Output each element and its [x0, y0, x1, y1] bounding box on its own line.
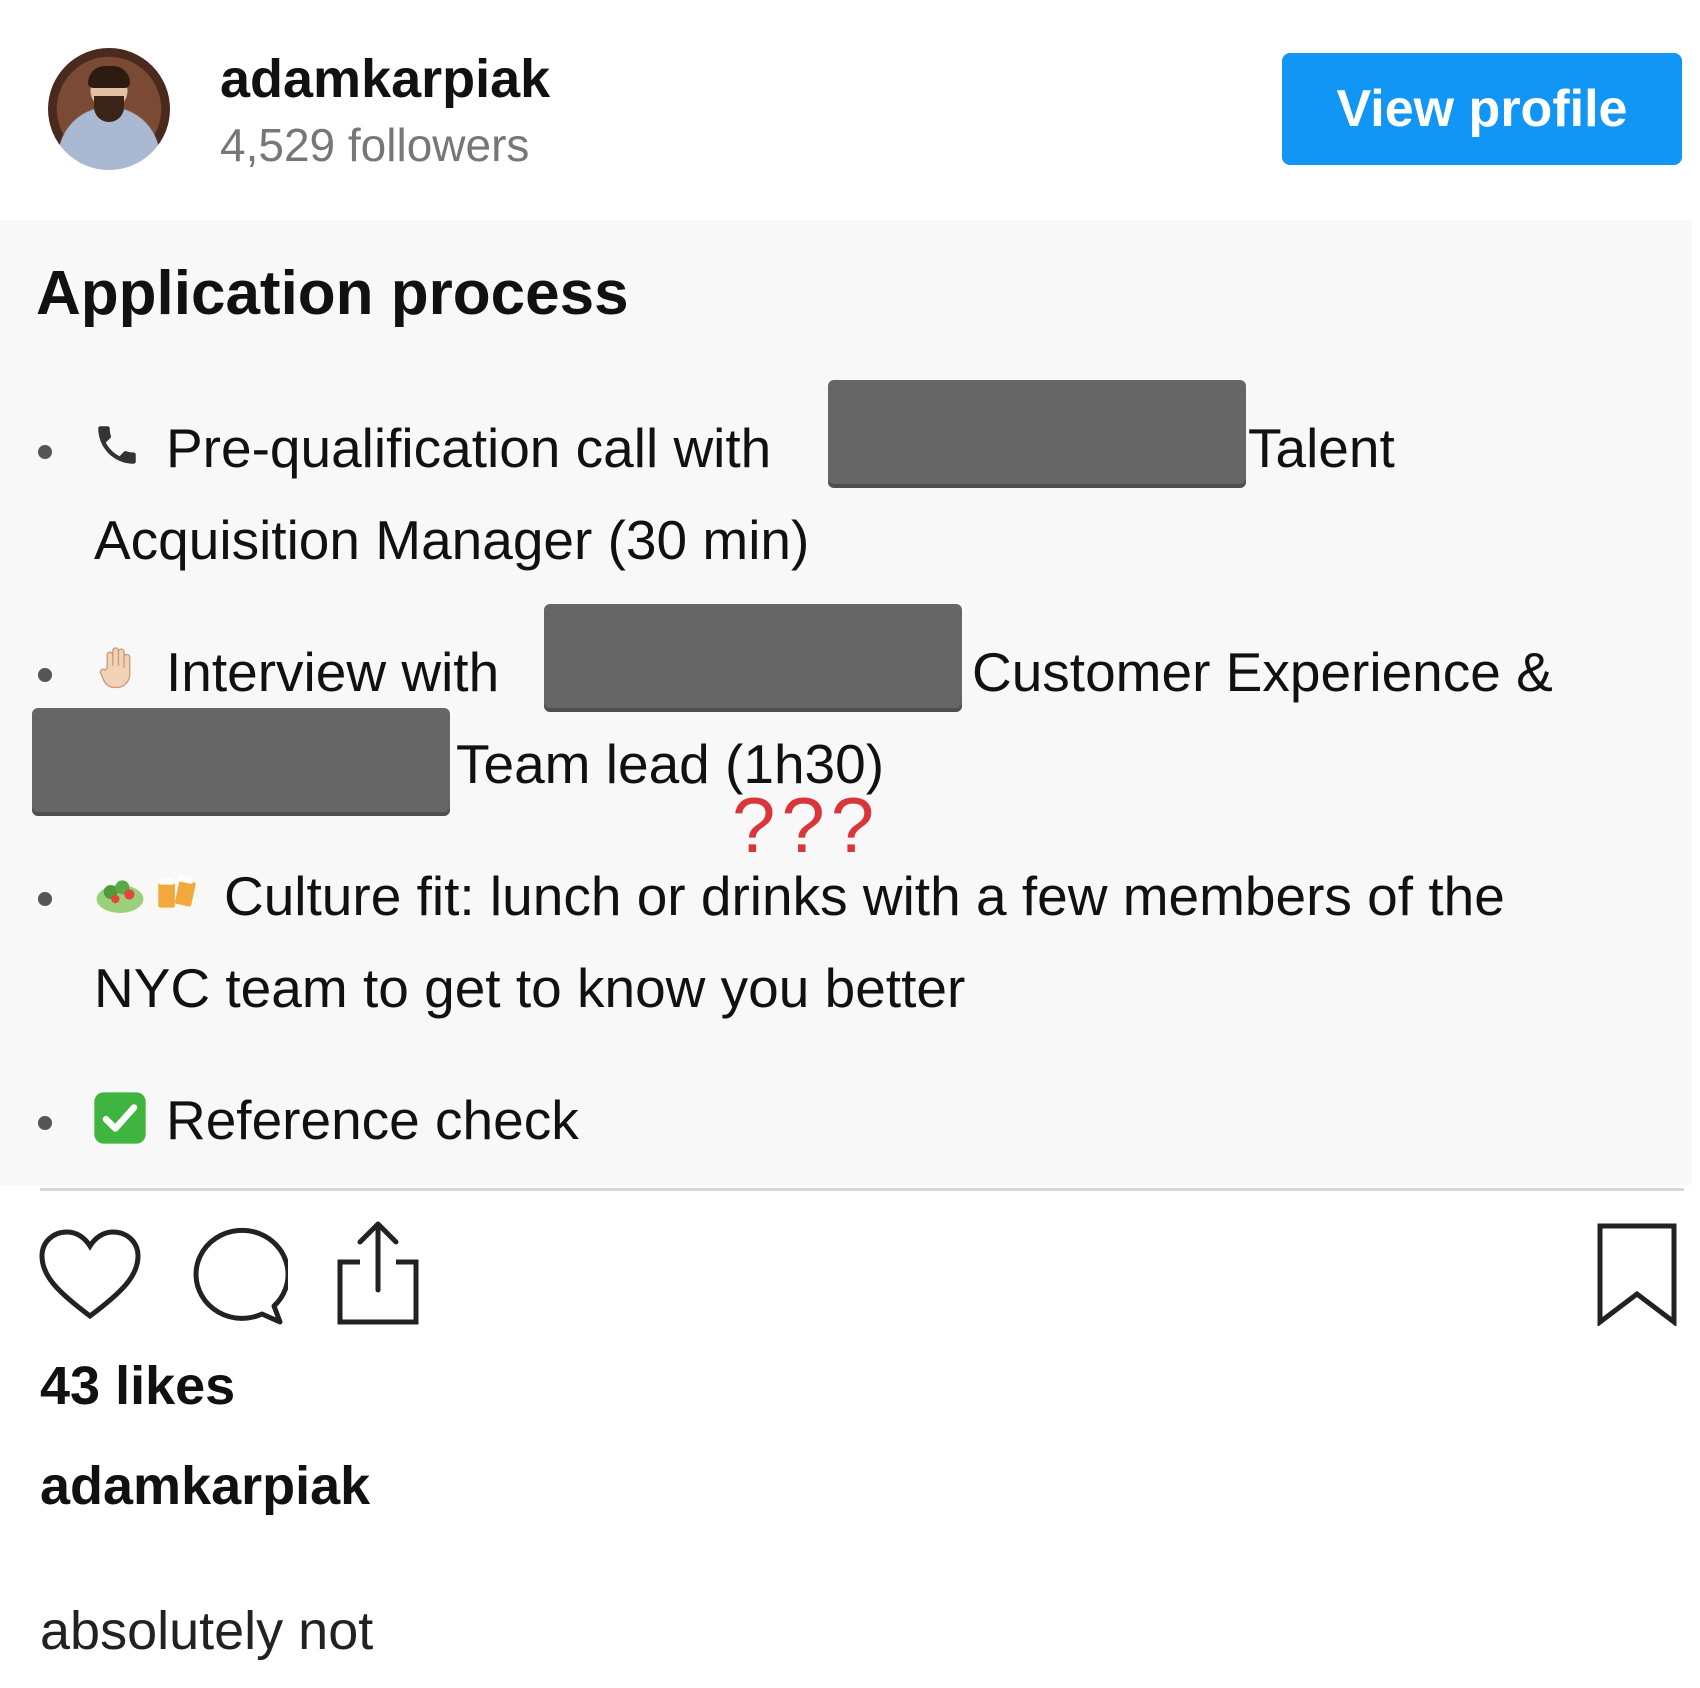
avatar[interactable]: [48, 48, 170, 170]
share-icon[interactable]: [330, 1218, 426, 1333]
check-mark-icon: [92, 1090, 148, 1153]
item-2-line-1: Interview with: [166, 641, 500, 703]
phone-icon: [92, 420, 142, 477]
follower-count: 4,529 followers: [220, 119, 530, 171]
item-1-line-1b: Talent: [1248, 417, 1395, 479]
bullet: [38, 445, 52, 459]
item-1-line-2: Acquisition Manager (30 min): [94, 509, 810, 571]
redaction-box: [828, 380, 1246, 484]
like-count[interactable]: 43 likes: [40, 1355, 235, 1417]
bookmark-icon[interactable]: [1594, 1222, 1680, 1331]
profile-username[interactable]: adamkarpiak: [220, 48, 550, 110]
question-marks-annotation: ???: [732, 781, 881, 869]
bullet: [38, 892, 52, 906]
caption-text: absolutely not: [40, 1601, 374, 1661]
raised-hand-icon: [92, 642, 144, 701]
beer-mugs-icon: [152, 868, 202, 925]
heart-icon[interactable]: [38, 1228, 142, 1327]
bullet: [38, 668, 52, 682]
redaction-box: [32, 708, 450, 812]
item-4-line-1: Reference check: [166, 1089, 579, 1151]
item-1-line-1: Pre-qualification call with: [166, 417, 772, 479]
post-header: adamkarpiak 4,529 followers View profile: [0, 0, 1700, 215]
divider: [40, 1188, 1684, 1191]
avatar-beard: [94, 96, 124, 122]
item-2-line-1b: Customer Experience &: [972, 641, 1553, 703]
redaction-box: [544, 604, 962, 708]
salad-icon: [92, 864, 148, 927]
post-image-title: Application process: [36, 259, 629, 328]
item-3-line-1: Culture fit: lunch or drinks with a few …: [224, 865, 1505, 927]
caption-username[interactable]: adamkarpiak: [40, 1455, 370, 1517]
item-3-line-2: NYC team to get to know you better: [94, 957, 966, 1019]
avatar-hair: [88, 66, 130, 88]
bullet: [38, 1116, 52, 1130]
view-profile-button[interactable]: View profile: [1282, 53, 1682, 165]
comment-icon[interactable]: [184, 1226, 291, 1331]
